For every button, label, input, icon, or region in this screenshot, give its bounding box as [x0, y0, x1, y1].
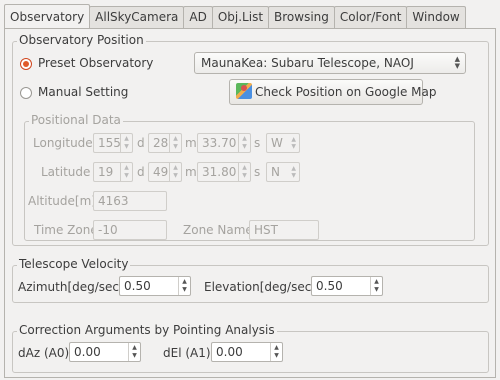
spin-arrows-icon: ▲ ▼ [238, 163, 250, 181]
updown-arrows-icon: ▲ ▼ [291, 165, 296, 179]
preset-observatory-radio[interactable] [20, 58, 32, 70]
preset-observatory-select[interactable]: MaunaKea: Subaru Telescope, NAOJ ▲ ▼ [194, 52, 466, 74]
positional-data-group: Positional Data Longitude 155 ▲ ▼ d 28 ▲ ▼… [24, 113, 475, 241]
check-google-map-label: Check Position on Google Map [255, 85, 437, 99]
updown-arrows-icon: ▲ ▼ [454, 55, 460, 70]
minute-unit-label: m [185, 165, 197, 179]
minute-unit-label: m [185, 136, 197, 150]
zone-name-label: Zone Name [183, 223, 253, 237]
positional-data-title: Positional Data [29, 113, 123, 127]
longitude-degrees-spin[interactable]: 155 ▲ ▼ [93, 133, 133, 153]
degree-unit-label: d [137, 165, 145, 179]
second-unit-label: s [254, 165, 261, 179]
manual-setting-label[interactable]: Manual Setting [38, 85, 128, 99]
spin-arrows-icon: ▲ ▼ [238, 134, 250, 152]
latitude-seconds-spin[interactable]: 31.80 ▲ ▼ [197, 162, 251, 182]
elevation-label: Elevation[deg/sec] [204, 280, 316, 294]
daz-spin[interactable]: 0.00 ▲ ▼ [69, 342, 141, 362]
updown-arrows-icon: ▲ ▼ [291, 136, 296, 150]
spin-arrows-icon: ▲ ▼ [169, 134, 181, 152]
second-unit-label: s [254, 136, 261, 150]
correction-arguments-title: Correction Arguments by Pointing Analysi… [17, 323, 277, 337]
tab-color-font[interactable]: Color/Font [333, 6, 408, 28]
manual-setting-radio[interactable] [20, 87, 32, 99]
altitude-label: Altitude[m] [28, 194, 96, 208]
spin-arrows-icon: ▲ ▼ [270, 343, 282, 361]
correction-arguments-group: Correction Arguments by Pointing Analysi… [12, 323, 489, 373]
spin-arrows-icon: ▲ ▼ [120, 163, 132, 181]
altitude-field[interactable]: 4163 [93, 191, 167, 211]
spin-arrows-icon: ▲ ▼ [128, 343, 140, 361]
del-spin[interactable]: 0.00 ▲ ▼ [211, 342, 283, 362]
spin-arrows-icon: ▲ ▼ [370, 277, 382, 295]
telescope-velocity-group: Telescope Velocity Azimuth[deg/sec] 0.50… [12, 257, 489, 303]
spin-arrows-icon: ▲ ▼ [169, 163, 181, 181]
spin-arrows-icon: ▲ ▼ [178, 277, 190, 295]
azimuth-velocity-spin[interactable]: 0.50 ▲ ▼ [119, 276, 191, 296]
latitude-direction-select[interactable]: N ▲ ▼ [266, 162, 300, 182]
latitude-label: Latitude [41, 165, 91, 179]
tab-observatory[interactable]: Observatory [4, 4, 91, 28]
del-label: dEl (A1) [163, 346, 211, 360]
daz-label: dAz (A0) [18, 346, 70, 360]
preset-observatory-value: MaunaKea: Subaru Telescope, NAOJ [201, 56, 414, 70]
google-map-icon [236, 83, 252, 99]
longitude-label: Longitude [33, 136, 93, 150]
latitude-minutes-spin[interactable]: 49 ▲ ▼ [148, 162, 182, 182]
azimuth-label: Azimuth[deg/sec] [18, 280, 124, 294]
longitude-seconds-spin[interactable]: 33.70 ▲ ▼ [197, 133, 251, 153]
longitude-direction-select[interactable]: W ▲ ▼ [266, 133, 300, 153]
longitude-minutes-spin[interactable]: 28 ▲ ▼ [148, 133, 182, 153]
tab-allskycamera[interactable]: AllSkyCamera [89, 6, 185, 28]
telescope-velocity-title: Telescope Velocity [17, 257, 131, 271]
tab-obj-list[interactable]: Obj.List [211, 6, 270, 28]
observatory-panel: Observatory Position Preset Observatory … [4, 28, 496, 378]
tab-window[interactable]: Window [406, 6, 466, 28]
spin-arrows-icon: ▲ ▼ [120, 134, 132, 152]
tab-ad[interactable]: AD [183, 6, 213, 28]
time-zone-field[interactable]: -10 [93, 220, 167, 240]
degree-unit-label: d [137, 136, 145, 150]
elevation-velocity-spin[interactable]: 0.50 ▲ ▼ [311, 276, 383, 296]
observatory-position-title: Observatory Position [17, 33, 146, 47]
preset-observatory-label[interactable]: Preset Observatory [38, 56, 153, 70]
check-google-map-button[interactable]: Check Position on Google Map [229, 79, 436, 105]
zone-name-field[interactable]: HST [249, 220, 319, 240]
tab-browsing[interactable]: Browsing [268, 6, 335, 28]
time-zone-label: Time Zone [34, 223, 98, 237]
observatory-position-group: Observatory Position Preset Observatory … [12, 33, 489, 246]
tab-bar: Observatory AllSkyCamera AD Obj.List Bro… [4, 4, 466, 28]
latitude-degrees-spin[interactable]: 19 ▲ ▼ [93, 162, 133, 182]
